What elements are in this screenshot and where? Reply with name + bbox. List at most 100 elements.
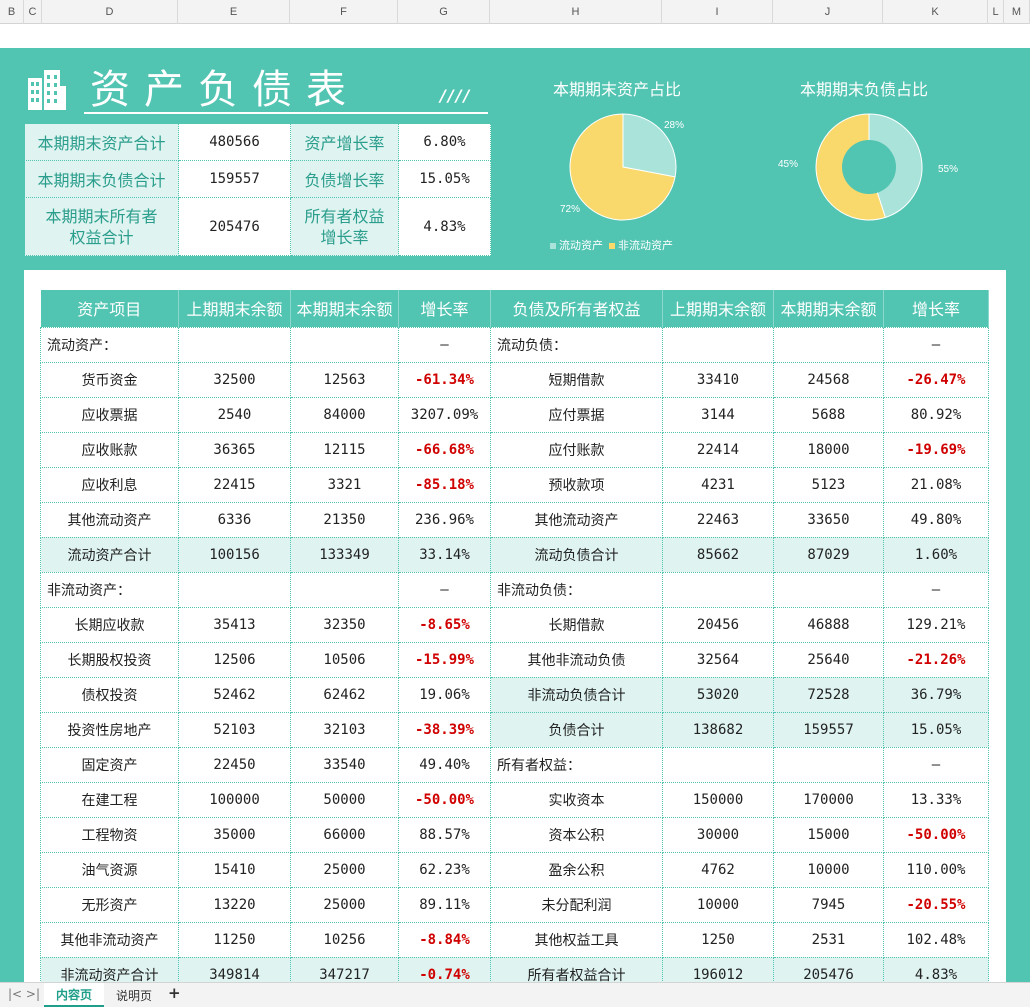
table-cell[interactable]: –	[883, 746, 989, 783]
table-cell[interactable]: 非流动负债：	[490, 571, 663, 608]
table-cell[interactable]: -50.00%	[398, 781, 491, 818]
table-cell[interactable]	[773, 571, 884, 608]
table-cell[interactable]: -26.47%	[883, 361, 989, 398]
table-cell[interactable]: 87029	[773, 536, 884, 573]
table-cell[interactable]: 其他流动资产	[490, 501, 663, 538]
table-cell[interactable]: 22414	[662, 431, 774, 468]
table-cell[interactable]: 89.11%	[398, 886, 491, 923]
table-cell[interactable]	[773, 746, 884, 783]
table-cell[interactable]: -8.65%	[398, 606, 491, 643]
table-cell[interactable]: 100000	[178, 781, 291, 818]
table-cell[interactable]: -38.39%	[398, 711, 491, 748]
table-cell[interactable]: 流动资产：	[40, 326, 179, 363]
table-cell[interactable]: 应付账款	[490, 431, 663, 468]
table-cell[interactable]: 其他非流动资产	[40, 921, 179, 958]
table-cell[interactable]: 预收款项	[490, 466, 663, 503]
table-cell[interactable]: 53020	[662, 676, 774, 713]
table-cell[interactable]: 货币资金	[40, 361, 179, 398]
table-cell[interactable]: 22463	[662, 501, 774, 538]
table-cell[interactable]: 其他流动资产	[40, 501, 179, 538]
column-header[interactable]: 增长率	[398, 290, 491, 327]
column-header[interactable]: 上期期末余额	[178, 290, 291, 327]
table-cell[interactable]: 10000	[773, 851, 884, 888]
summary-label[interactable]: 本期期末资产合计	[24, 123, 179, 161]
table-cell[interactable]: 36.79%	[883, 676, 989, 713]
column-letter[interactable]: L	[988, 0, 1004, 24]
table-cell[interactable]: 所有者权益：	[490, 746, 663, 783]
table-cell[interactable]: 其他权益工具	[490, 921, 663, 958]
table-cell[interactable]: 15410	[178, 851, 291, 888]
tab-instructions-page[interactable]: 说明页	[116, 987, 152, 1004]
table-cell[interactable]: 应收票据	[40, 396, 179, 433]
table-cell[interactable]: -21.26%	[883, 641, 989, 678]
table-cell[interactable]: 32103	[290, 711, 399, 748]
table-cell[interactable]: 33.14%	[398, 536, 491, 573]
summary-value[interactable]: 15.05%	[398, 160, 491, 198]
table-cell[interactable]: 22415	[178, 466, 291, 503]
table-cell[interactable]: 2531	[773, 921, 884, 958]
table-cell[interactable]: 应收账款	[40, 431, 179, 468]
table-cell[interactable]: 20456	[662, 606, 774, 643]
column-letter[interactable]: M	[1004, 0, 1030, 24]
column-header[interactable]: 上期期末余额	[662, 290, 774, 327]
column-header[interactable]: 本期期末余额	[290, 290, 399, 327]
table-cell[interactable]: 其他非流动负债	[490, 641, 663, 678]
table-cell[interactable]: 66000	[290, 816, 399, 853]
table-cell[interactable]: 长期股权投资	[40, 641, 179, 678]
table-cell[interactable]: 46888	[773, 606, 884, 643]
column-letter[interactable]: G	[398, 0, 490, 24]
table-cell[interactable]: 49.40%	[398, 746, 491, 783]
table-cell[interactable]: 12506	[178, 641, 291, 678]
summary-label[interactable]: 本期期末所有者 权益合计	[24, 197, 179, 256]
table-cell[interactable]: 3321	[290, 466, 399, 503]
table-cell[interactable]: 非流动负债合计	[490, 676, 663, 713]
table-cell[interactable]: -8.84%	[398, 921, 491, 958]
table-cell[interactable]: 1.60%	[883, 536, 989, 573]
table-cell[interactable]: 工程物资	[40, 816, 179, 853]
table-cell[interactable]: 138682	[662, 711, 774, 748]
table-cell[interactable]: 30000	[662, 816, 774, 853]
table-cell[interactable]: 负债合计	[490, 711, 663, 748]
table-cell[interactable]: 13220	[178, 886, 291, 923]
table-cell[interactable]: 62.23%	[398, 851, 491, 888]
table-cell[interactable]: -50.00%	[883, 816, 989, 853]
table-cell[interactable]: 35413	[178, 606, 291, 643]
table-cell[interactable]: -61.34%	[398, 361, 491, 398]
table-cell[interactable]: 25000	[290, 851, 399, 888]
column-letter[interactable]: D	[42, 0, 178, 24]
table-cell[interactable]	[662, 571, 774, 608]
column-header[interactable]: 资产项目	[40, 290, 179, 327]
table-cell[interactable]: 33540	[290, 746, 399, 783]
column-header[interactable]: 增长率	[883, 290, 989, 327]
table-cell[interactable]: 18000	[773, 431, 884, 468]
tab-content-page[interactable]: 内容页	[44, 983, 105, 1007]
table-cell[interactable]: 129.21%	[883, 606, 989, 643]
table-cell[interactable]: -20.55%	[883, 886, 989, 923]
table-cell[interactable]: 150000	[662, 781, 774, 818]
table-cell[interactable]: –	[883, 571, 989, 608]
table-cell[interactable]: 84000	[290, 396, 399, 433]
column-letter[interactable]: B	[0, 0, 24, 24]
table-cell[interactable]: 流动资产合计	[40, 536, 179, 573]
table-cell[interactable]: –	[398, 571, 491, 608]
summary-value[interactable]: 4.83%	[398, 197, 491, 256]
table-cell[interactable]: 32350	[290, 606, 399, 643]
table-cell[interactable]: 159557	[773, 711, 884, 748]
column-letter[interactable]: K	[883, 0, 988, 24]
table-cell[interactable]: 36365	[178, 431, 291, 468]
summary-label[interactable]: 所有者权益 增长率	[290, 197, 399, 256]
table-cell[interactable]: 盈余公积	[490, 851, 663, 888]
table-cell[interactable]: 12115	[290, 431, 399, 468]
summary-value[interactable]: 205476	[178, 197, 291, 256]
table-cell[interactable]: 1250	[662, 921, 774, 958]
table-cell[interactable]: 流动负债合计	[490, 536, 663, 573]
table-cell[interactable]: -15.99%	[398, 641, 491, 678]
table-cell[interactable]: 5123	[773, 466, 884, 503]
table-cell[interactable]: 投资性房地产	[40, 711, 179, 748]
summary-value[interactable]: 480566	[178, 123, 291, 161]
table-cell[interactable]: 3207.09%	[398, 396, 491, 433]
table-cell[interactable]: 3144	[662, 396, 774, 433]
table-cell[interactable]: -66.68%	[398, 431, 491, 468]
table-cell[interactable]: 油气资源	[40, 851, 179, 888]
column-header[interactable]: 本期期末余额	[773, 290, 884, 327]
